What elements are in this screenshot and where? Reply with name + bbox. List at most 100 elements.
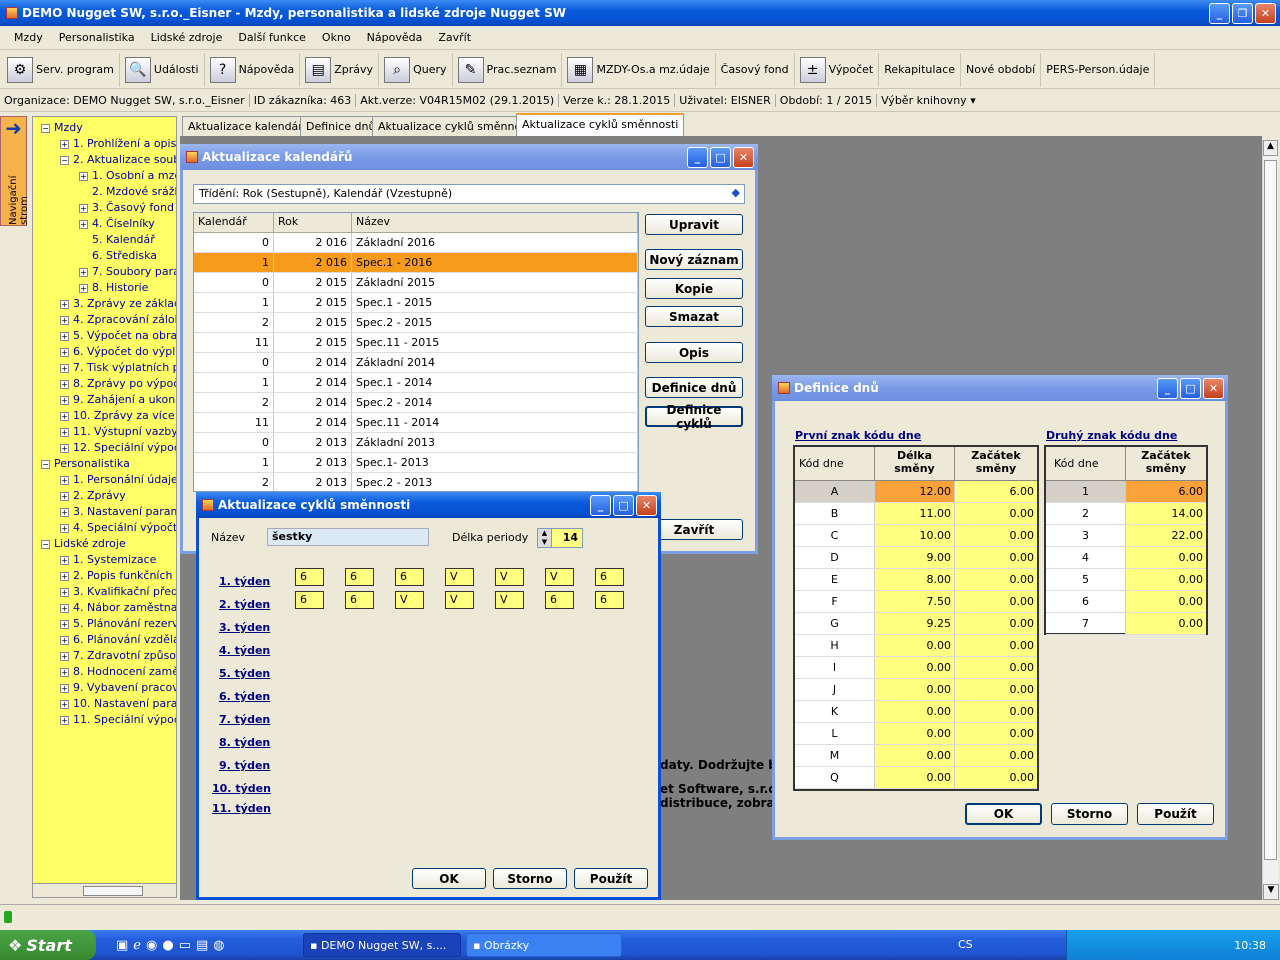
- tree-hscroll[interactable]: [32, 883, 177, 898]
- upravit-button[interactable]: Upravit: [645, 214, 743, 235]
- nav-strip[interactable]: ➜ Navigační strom: [0, 116, 30, 226]
- table-row[interactable]: 02 014 Základní 2014: [194, 353, 638, 373]
- expand-icon[interactable]: +: [60, 299, 69, 309]
- shift-cell[interactable]: V: [395, 591, 424, 609]
- tree-item[interactable]: +6. Plánování vzdělá: [60, 633, 176, 646]
- cell-zacatek[interactable]: 0.00: [955, 613, 1037, 634]
- menu-item-6[interactable]: Zavřít: [430, 31, 479, 44]
- week-link-9[interactable]: 9. týden: [219, 759, 270, 772]
- cell-zacatek[interactable]: 0.00: [955, 525, 1037, 546]
- toolbar-button-11[interactable]: PERS-Person.údaje: [1041, 52, 1156, 87]
- week-link-10[interactable]: 10. týden: [212, 782, 271, 795]
- collapse-icon[interactable]: −: [60, 155, 69, 165]
- tree-item[interactable]: − Lidské zdroje: [41, 537, 126, 550]
- minimize-button[interactable]: _: [590, 494, 611, 516]
- shift-cell[interactable]: 6: [345, 591, 374, 609]
- menu-item-3[interactable]: Další funkce: [230, 31, 314, 44]
- collapse-icon[interactable]: −: [41, 539, 50, 549]
- menu-item-1[interactable]: Personalistika: [51, 31, 143, 44]
- week-link-2[interactable]: 2. týden: [219, 598, 270, 611]
- minimize-button[interactable]: _: [687, 146, 708, 168]
- table-row[interactable]: 02 013 Základní 2013: [194, 433, 638, 453]
- week-link-11[interactable]: 11. týden: [212, 802, 271, 815]
- folder-icon[interactable]: ▣: [116, 938, 128, 953]
- week-link-4[interactable]: 4. týden: [219, 644, 270, 657]
- shift-cell[interactable]: V: [445, 591, 474, 609]
- toolbar-button-5[interactable]: ✎ Prac.seznam: [453, 52, 563, 87]
- tree-item[interactable]: +11. Speciální výpočt: [60, 713, 176, 726]
- table-row[interactable]: 7 0.00: [1046, 613, 1206, 635]
- toolbar-button-9[interactable]: Rekapitulace: [879, 52, 962, 87]
- cell-zacatek[interactable]: 14.00: [1126, 503, 1206, 524]
- opis-button[interactable]: Opis: [645, 342, 743, 363]
- cell-zacatek[interactable]: 6.00: [955, 481, 1037, 502]
- storno-button[interactable]: Storno: [1051, 803, 1128, 825]
- table-row[interactable]: 6 0.00: [1046, 591, 1206, 613]
- tree-item[interactable]: +12. Speciální výpočt: [60, 441, 176, 454]
- shift-cell[interactable]: V: [495, 591, 524, 609]
- tree-item[interactable]: +5. Plánování rezerv: [60, 617, 176, 630]
- cell-zacatek[interactable]: 6.00: [1126, 481, 1206, 502]
- table-row[interactable]: L 0.00 0.00: [795, 723, 1037, 745]
- shift-cell[interactable]: V: [495, 568, 524, 586]
- tree-item[interactable]: +10. Nastavení paran: [60, 697, 176, 710]
- shift-cell[interactable]: 6: [295, 591, 324, 609]
- cell-zacatek[interactable]: 0.00: [955, 635, 1037, 656]
- maximize-button[interactable]: □: [1180, 377, 1201, 399]
- tree-item[interactable]: 2. Mzdové srážk: [79, 185, 176, 198]
- tree-item[interactable]: +3. Časový fond: [79, 201, 174, 214]
- week-link-5[interactable]: 5. týden: [219, 667, 270, 680]
- cell-zacatek[interactable]: 0.00: [955, 679, 1037, 700]
- collapse-icon[interactable]: −: [41, 459, 50, 469]
- menu-item-4[interactable]: Okno: [314, 31, 359, 44]
- table-row[interactable]: G 9.25 0.00: [795, 613, 1037, 635]
- toolbar-button-2[interactable]: ? Nápověda: [205, 52, 301, 87]
- tree-item[interactable]: +2. Popis funkčních n: [60, 569, 176, 582]
- tree-item[interactable]: +4. Číselníky: [79, 217, 155, 230]
- cell-delka[interactable]: 0.00: [875, 679, 955, 700]
- cell-zacatek[interactable]: 0.00: [955, 503, 1037, 524]
- week-link-6[interactable]: 6. týden: [219, 690, 270, 703]
- week-link-7[interactable]: 7. týden: [219, 713, 270, 726]
- library-select[interactable]: Výběr knihovny ▾: [877, 94, 980, 107]
- expand-icon[interactable]: +: [60, 427, 69, 437]
- expand-icon[interactable]: +: [60, 411, 69, 421]
- table-row[interactable]: 11 2 015 Spec.11 - 2015: [194, 333, 638, 353]
- cell-zacatek[interactable]: 0.00: [955, 767, 1037, 788]
- cell-zacatek[interactable]: 0.00: [955, 547, 1037, 568]
- cell-delka[interactable]: 12.00: [875, 481, 955, 502]
- maximize-button[interactable]: □: [710, 146, 731, 168]
- minimize-button[interactable]: _: [1157, 377, 1178, 399]
- shift-cell[interactable]: V: [445, 568, 474, 586]
- cell-delka[interactable]: 10.00: [875, 525, 955, 546]
- week-link-8[interactable]: 8. týden: [219, 736, 270, 749]
- table-row[interactable]: H 0.00 0.00: [795, 635, 1037, 657]
- expand-icon[interactable]: +: [79, 267, 88, 277]
- col-nazev[interactable]: Název: [352, 213, 638, 232]
- expand-icon[interactable]: +: [60, 635, 69, 645]
- table-row[interactable]: 12 013 Spec.1- 2013: [194, 453, 638, 473]
- cell-delka[interactable]: 8.00: [875, 569, 955, 590]
- toolbar-button-1[interactable]: 🔍 Události: [120, 52, 205, 87]
- table-row[interactable]: 22 015 Spec.2 - 2015: [194, 313, 638, 333]
- table-row[interactable]: A 12.00 6.00: [795, 481, 1037, 503]
- table-row[interactable]: 5 0.00: [1046, 569, 1206, 591]
- cell-delka[interactable]: 9.00: [875, 547, 955, 568]
- cell-zacatek[interactable]: 0.00: [955, 723, 1037, 744]
- taskbar-item-obrazky[interactable]: ▪ Obrázky: [466, 933, 622, 957]
- tree-item[interactable]: +1. Systemizace: [60, 553, 156, 566]
- cell-delka[interactable]: 0.00: [875, 657, 955, 678]
- stepper-arrows-icon[interactable]: ▲ ▼: [538, 529, 552, 547]
- shift-cell[interactable]: 6: [295, 568, 324, 586]
- table-row[interactable]: 22 014 Spec.2 - 2014: [194, 393, 638, 413]
- table-row[interactable]: 2 14.00: [1046, 503, 1206, 525]
- expand-icon[interactable]: +: [60, 587, 69, 597]
- tab-aktualizace-kalendaru[interactable]: Aktualizace kalendářů: [182, 116, 316, 136]
- tree-item[interactable]: +10. Zprávy za více c: [60, 409, 176, 422]
- tree-item[interactable]: 6. Střediska: [79, 249, 157, 262]
- pouzit-button[interactable]: Použít: [1137, 803, 1214, 825]
- tree-item[interactable]: +8. Historie: [79, 281, 148, 294]
- table-row[interactable]: K 0.00 0.00: [795, 701, 1037, 723]
- table-row[interactable]: 02 015 Základní 2015: [194, 273, 638, 293]
- expand-icon[interactable]: +: [60, 555, 69, 565]
